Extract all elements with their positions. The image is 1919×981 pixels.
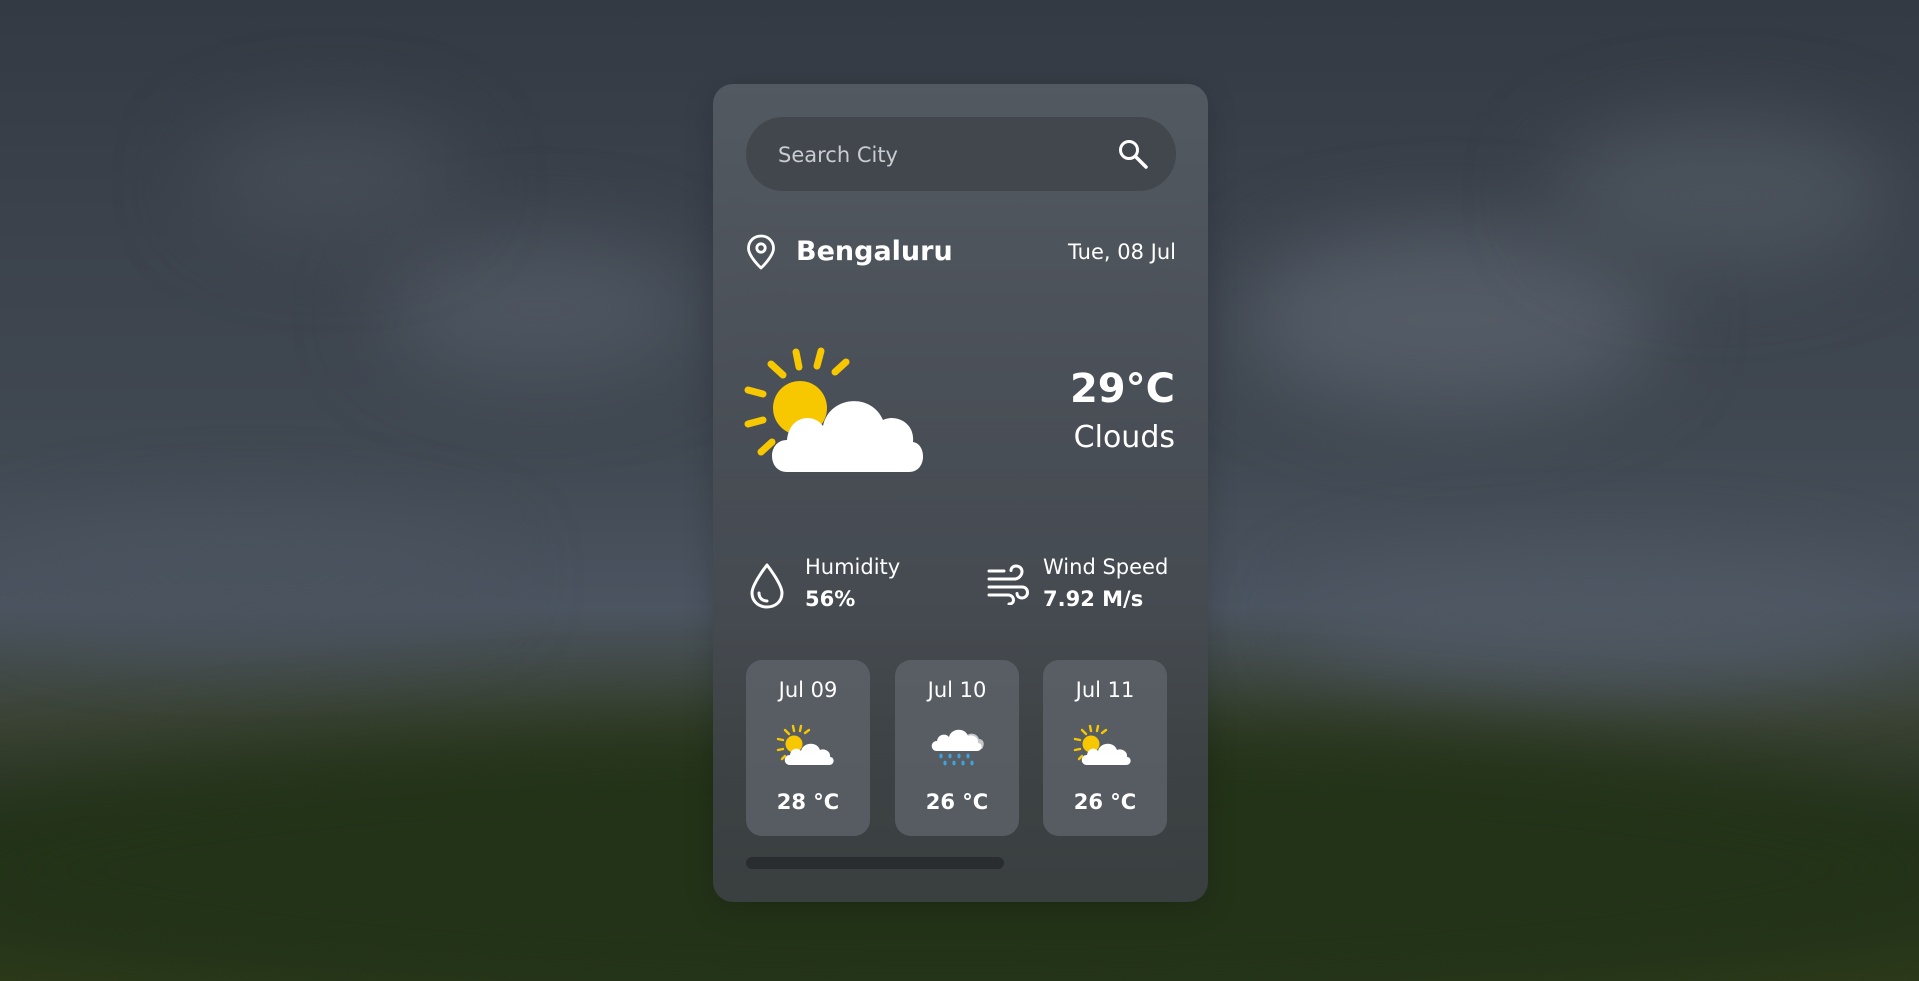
weather-card: Bengaluru Tue, 08 Jul 29°C Clouds Humidi… [713, 84, 1208, 902]
current-date: Tue, 08 Jul [1068, 240, 1176, 264]
sun-behind-cloud-icon [1073, 724, 1131, 765]
map-pin-icon [747, 234, 775, 270]
water-drop-icon [750, 563, 784, 609]
background-cloud [0, 520, 500, 630]
forecast-temperature: 26 °C [925, 790, 989, 814]
wind-speed-value: 7.92 M/s [1043, 587, 1144, 611]
search-bar [746, 117, 1176, 193]
background-cloud [1240, 230, 1660, 410]
sun-behind-cloud-icon [776, 724, 834, 765]
city-name: Bengaluru [796, 236, 953, 267]
forecast-date: Jul 09 [778, 678, 838, 702]
location-row: Bengaluru Tue, 08 Jul [746, 232, 1176, 272]
forecast-scrollbar[interactable] [746, 857, 1176, 869]
forecast-temperature: 26 °C [1073, 790, 1137, 814]
rain-cloud-icon [931, 729, 984, 766]
forecast-date: Jul 11 [1075, 678, 1135, 702]
current-temperature: 29°C [1069, 366, 1175, 412]
forecast-card[interactable]: Jul 09 28 °C [746, 660, 870, 836]
search-button[interactable] [1116, 137, 1150, 171]
background-cloud [380, 240, 700, 380]
wind-speed-label: Wind Speed [1043, 555, 1169, 579]
background-cloud [1300, 560, 1900, 680]
forecast-temperature: 28 °C [776, 790, 840, 814]
forecast-card[interactable]: Jul 11 26 °C [1043, 660, 1167, 836]
background-cloud [200, 120, 460, 240]
sun-behind-cloud-icon [744, 347, 924, 472]
humidity-value: 56% [805, 587, 856, 611]
background-cloud [1550, 120, 1890, 270]
forecast-card[interactable]: Jul 10 26 °C [895, 660, 1019, 836]
forecast-date: Jul 10 [927, 678, 987, 702]
search-icon [1119, 140, 1148, 169]
search-input[interactable] [776, 117, 1100, 193]
current-condition: Clouds [1073, 420, 1175, 455]
wind-icon [987, 564, 1030, 605]
scrollbar-thumb[interactable] [746, 857, 1004, 869]
humidity-label: Humidity [805, 555, 901, 579]
